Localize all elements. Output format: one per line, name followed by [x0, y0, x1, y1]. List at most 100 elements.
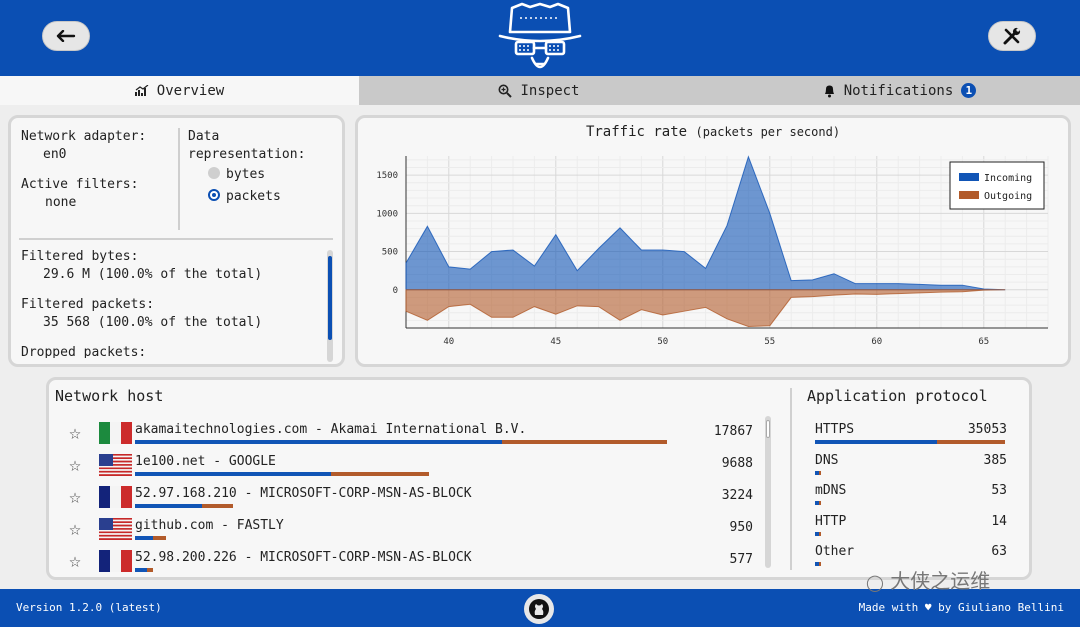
host-row[interactable]: ☆ 52.97.168.210 - MICROSOFT-CORP-MSN-AS-B… — [69, 482, 769, 512]
hosts-scrollbar-thumb[interactable] — [766, 420, 770, 438]
host-name: akamaitechnologies.com - Akamai Internat… — [135, 422, 527, 437]
flag-it-icon — [99, 422, 132, 444]
protocol-name: HTTPS — [815, 422, 855, 437]
host-value: 3224 — [721, 488, 753, 503]
x-tick-label: 60 — [871, 337, 882, 347]
outgoing-bar — [147, 568, 154, 572]
made-prefix: Made with — [858, 601, 919, 614]
star-icon[interactable]: ☆ — [69, 484, 81, 508]
protocol-value: 385 — [983, 452, 1007, 468]
protocol-value: 53 — [991, 483, 1007, 498]
x-tick-label: 50 — [657, 337, 668, 347]
notifications-badge: 1 — [961, 83, 977, 98]
protocol-traffic-bar — [815, 440, 1005, 444]
info-scrollbar[interactable] — [327, 250, 333, 362]
host-value: 9688 — [721, 456, 753, 471]
tab-overview-label: Overview — [156, 82, 225, 99]
filtered-bytes-label: Filtered bytes: — [21, 249, 139, 264]
hosts-panel: Network host ☆ akamaitechnologies.com - A… — [46, 377, 1032, 580]
app-header — [0, 0, 1080, 76]
radio-packets[interactable]: packets — [188, 188, 342, 206]
chart-title: Traffic rate — [585, 124, 688, 140]
y-tick-label: 0 — [393, 286, 398, 296]
radio-bytes-label: bytes — [226, 167, 266, 182]
flag-us-icon — [99, 454, 132, 476]
flag-fr-icon — [99, 486, 132, 508]
github-icon — [529, 599, 549, 619]
y-tick-label: 1000 — [376, 209, 398, 219]
host-traffic-bar — [135, 504, 233, 508]
host-row[interactable]: ☆ github.com - FASTLY 950 — [69, 514, 769, 544]
radio-packets-label: packets — [226, 189, 281, 204]
protocol-name: HTTP — [815, 513, 847, 529]
hosts-divider — [790, 388, 792, 570]
chart-subtitle: (packets per second) — [695, 125, 841, 139]
protocol-row[interactable]: HTTP 14 — [815, 514, 1007, 542]
wechat-icon: ◯ — [866, 573, 884, 592]
host-traffic-bar — [135, 568, 154, 572]
tab-notifications[interactable]: Notifications 1 — [719, 76, 1080, 105]
legend-label-incoming: Incoming — [984, 173, 1032, 184]
host-value: 17867 — [713, 424, 753, 439]
traffic-chart-panel: Traffic rate (packets per second) 1500 10… — [355, 115, 1071, 367]
host-row[interactable]: ☆ 1e100.net - GOOGLE 9688 — [69, 450, 769, 480]
star-icon[interactable]: ☆ — [69, 452, 81, 476]
protocol-row[interactable]: mDNS 53 — [815, 483, 1007, 511]
host-name: 52.97.168.210 - MICROSOFT-CORP-MSN-AS-BL… — [135, 486, 472, 501]
outgoing-bar — [818, 501, 821, 505]
protocol-row[interactable]: HTTPS 35053 — [815, 422, 1007, 450]
incoming-bar — [135, 440, 503, 444]
filtered-bytes-value: 29.6 M (100.0% of the total) — [43, 267, 263, 282]
filtered-stats: Filtered bytes: 29.6 M (100.0% of the to… — [21, 248, 321, 358]
host-row[interactable]: ☆ 52.98.200.226 - MICROSOFT-CORP-MSN-AS-B… — [69, 546, 769, 576]
tab-overview[interactable]: Overview — [0, 76, 359, 105]
protocol-traffic-bar — [815, 501, 821, 505]
outgoing-bar — [153, 536, 166, 540]
protocol-traffic-bar — [815, 562, 821, 566]
host-value: 950 — [729, 520, 753, 535]
tab-notifications-label: Notifications — [843, 82, 954, 99]
protocol-name: mDNS — [815, 483, 847, 498]
star-icon[interactable]: ☆ — [69, 420, 81, 444]
star-icon[interactable]: ☆ — [69, 516, 81, 540]
protocol-traffic-bar — [815, 531, 821, 536]
radio-bytes[interactable]: bytes — [188, 166, 342, 184]
protocol-value: 63 — [991, 544, 1007, 559]
outgoing-bar — [502, 440, 668, 444]
settings-button[interactable] — [988, 21, 1036, 51]
radio-bytes-indicator[interactable] — [208, 167, 220, 179]
watermark-label: 大侠之运维 — [890, 569, 991, 593]
adapter-label: Network adapter: — [21, 129, 147, 144]
sniffnet-logo-icon — [498, 2, 582, 69]
github-link[interactable] — [524, 594, 554, 624]
host-traffic-bar — [135, 440, 668, 444]
star-icon[interactable]: ☆ — [69, 548, 81, 572]
made-suffix: by Giuliano Bellini — [938, 601, 1064, 614]
hosts-scrollbar[interactable] — [765, 416, 771, 568]
host-name: 52.98.200.226 - MICROSOFT-CORP-MSN-AS-BL… — [135, 550, 472, 565]
host-row[interactable]: ☆ akamaitechnologies.com - Akamai Interna… — [69, 418, 769, 448]
radio-packets-indicator[interactable] — [208, 189, 220, 201]
incoming-bar — [135, 472, 331, 476]
filters-label: Active filters: — [21, 177, 139, 192]
host-traffic-bar — [135, 472, 429, 476]
adapter-value: en0 — [43, 147, 67, 162]
outgoing-bar — [818, 470, 821, 475]
info-scrollbar-thumb[interactable] — [328, 256, 332, 340]
protocols-title: Application protocol — [807, 387, 988, 405]
host-name: 1e100.net - GOOGLE — [135, 454, 276, 469]
outgoing-bar — [202, 504, 233, 508]
info-divider-horizontal — [19, 238, 333, 240]
filters-value: none — [45, 195, 77, 210]
magnifier-icon — [498, 84, 513, 98]
tab-inspect[interactable]: Inspect — [359, 76, 719, 105]
heart-icon: ♥ — [924, 601, 932, 614]
back-button[interactable] — [42, 21, 90, 51]
x-tick-label: 40 — [443, 337, 454, 347]
app-footer: Version 1.2.0 (latest) Made with ♥ by Gi… — [0, 589, 1080, 627]
outgoing-bar — [818, 531, 821, 536]
y-tick-label: 1500 — [376, 171, 398, 181]
protocol-value: 35053 — [967, 422, 1007, 437]
protocol-row[interactable]: DNS 385 — [815, 453, 1007, 481]
chart-title-row: Traffic rate (packets per second) — [358, 124, 1068, 140]
